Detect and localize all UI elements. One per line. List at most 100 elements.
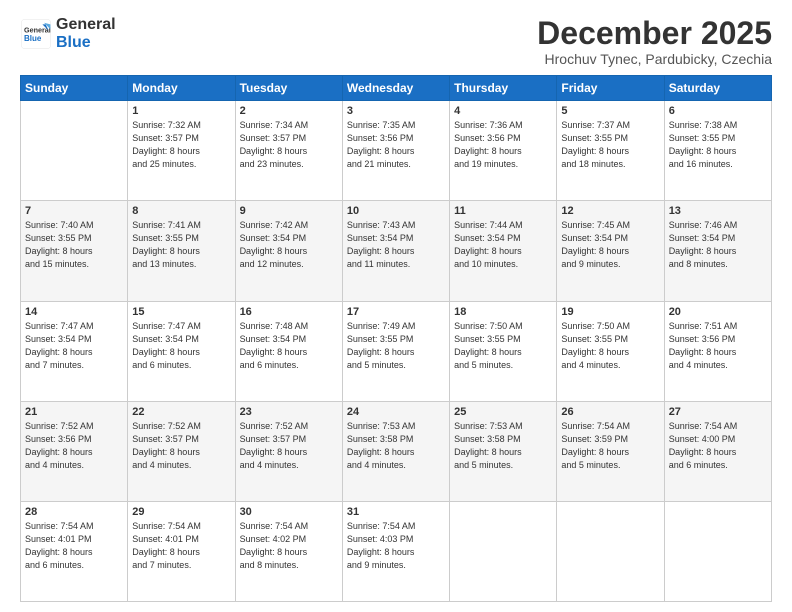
calendar-cell: 9 Sunrise: 7:42 AM Sunset: 3:54 PM Daylig…: [235, 201, 342, 301]
day-info: Sunrise: 7:49 AM Sunset: 3:55 PM Dayligh…: [347, 320, 445, 372]
calendar-cell: 31 Sunrise: 7:54 AM Sunset: 4:03 PM Dayli…: [342, 501, 449, 601]
day-info: Sunrise: 7:40 AM Sunset: 3:55 PM Dayligh…: [25, 219, 123, 271]
day-info: Sunrise: 7:50 AM Sunset: 3:55 PM Dayligh…: [561, 320, 659, 372]
calendar-cell: 12Sunrise: 7:45 AM Sunset: 3:54 PM Dayli…: [557, 201, 664, 301]
weekday-header-monday: Monday: [128, 76, 235, 101]
day-number: 21: [25, 406, 123, 418]
logo: General Blue General Blue: [20, 16, 116, 51]
calendar-cell: 27 Sunrise: 7:54 AM Sunset: 4:00 PM Dayli…: [664, 401, 771, 501]
weekday-header-friday: Friday: [557, 76, 664, 101]
header: General Blue General Blue December 2025 …: [20, 16, 772, 67]
day-number: 3: [347, 105, 445, 117]
weekday-header-tuesday: Tuesday: [235, 76, 342, 101]
day-number: 17: [347, 306, 445, 318]
day-info: Sunrise: 7:53 AM Sunset: 3:58 PM Dayligh…: [347, 420, 445, 472]
calendar-cell: 15 Sunrise: 7:47 AM Sunset: 3:54 PM Dayli…: [128, 301, 235, 401]
calendar-cell: [664, 501, 771, 601]
calendar-week-4: 21 Sunrise: 7:52 AM Sunset: 3:56 PM Dayli…: [21, 401, 772, 501]
day-info: Sunrise: 7:38 AM Sunset: 3:55 PM Dayligh…: [669, 119, 767, 171]
day-info: Sunrise: 7:37 AM Sunset: 3:55 PM Dayligh…: [561, 119, 659, 171]
day-info: Sunrise: 7:46 AM Sunset: 3:54 PM Dayligh…: [669, 219, 767, 271]
svg-text:Blue: Blue: [24, 34, 42, 43]
day-number: 5: [561, 105, 659, 117]
day-number: 13: [669, 205, 767, 217]
day-info: Sunrise: 7:52 AM Sunset: 3:57 PM Dayligh…: [240, 420, 338, 472]
calendar-cell: 4 Sunrise: 7:36 AM Sunset: 3:56 PM Daylig…: [450, 101, 557, 201]
title-block: December 2025 Hrochuv Tynec, Pardubicky,…: [537, 16, 772, 67]
calendar-cell: 24 Sunrise: 7:53 AM Sunset: 3:58 PM Dayli…: [342, 401, 449, 501]
weekday-header-saturday: Saturday: [664, 76, 771, 101]
day-info: Sunrise: 7:51 AM Sunset: 3:56 PM Dayligh…: [669, 320, 767, 372]
day-info: Sunrise: 7:54 AM Sunset: 4:01 PM Dayligh…: [132, 520, 230, 572]
day-number: 22: [132, 406, 230, 418]
calendar-cell: 23 Sunrise: 7:52 AM Sunset: 3:57 PM Dayli…: [235, 401, 342, 501]
day-info: Sunrise: 7:54 AM Sunset: 4:02 PM Dayligh…: [240, 520, 338, 572]
day-number: 1: [132, 105, 230, 117]
day-number: 24: [347, 406, 445, 418]
location-subtitle: Hrochuv Tynec, Pardubicky, Czechia: [537, 51, 772, 67]
calendar-cell: [557, 501, 664, 601]
day-info: Sunrise: 7:53 AM Sunset: 3:58 PM Dayligh…: [454, 420, 552, 472]
calendar-table: SundayMondayTuesdayWednesdayThursdayFrid…: [20, 75, 772, 602]
day-info: Sunrise: 7:48 AM Sunset: 3:54 PM Dayligh…: [240, 320, 338, 372]
day-number: 28: [25, 506, 123, 518]
calendar-cell: 10Sunrise: 7:43 AM Sunset: 3:54 PM Dayli…: [342, 201, 449, 301]
day-number: 6: [669, 105, 767, 117]
calendar-cell: 1 Sunrise: 7:32 AM Sunset: 3:57 PM Daylig…: [128, 101, 235, 201]
day-info: Sunrise: 7:54 AM Sunset: 3:59 PM Dayligh…: [561, 420, 659, 472]
calendar-cell: 26 Sunrise: 7:54 AM Sunset: 3:59 PM Dayli…: [557, 401, 664, 501]
day-info: Sunrise: 7:32 AM Sunset: 3:57 PM Dayligh…: [132, 119, 230, 171]
day-number: 26: [561, 406, 659, 418]
day-info: Sunrise: 7:52 AM Sunset: 3:56 PM Dayligh…: [25, 420, 123, 472]
calendar-cell: 8 Sunrise: 7:41 AM Sunset: 3:55 PM Daylig…: [128, 201, 235, 301]
calendar-cell: [21, 101, 128, 201]
day-number: 30: [240, 506, 338, 518]
calendar-cell: 20 Sunrise: 7:51 AM Sunset: 3:56 PM Dayli…: [664, 301, 771, 401]
calendar-cell: 6 Sunrise: 7:38 AM Sunset: 3:55 PM Daylig…: [664, 101, 771, 201]
page: General Blue General Blue December 2025 …: [0, 0, 792, 612]
day-number: 8: [132, 205, 230, 217]
weekday-header-wednesday: Wednesday: [342, 76, 449, 101]
calendar-week-1: 1 Sunrise: 7:32 AM Sunset: 3:57 PM Daylig…: [21, 101, 772, 201]
day-info: Sunrise: 7:47 AM Sunset: 3:54 PM Dayligh…: [25, 320, 123, 372]
day-info: Sunrise: 7:44 AM Sunset: 3:54 PM Dayligh…: [454, 219, 552, 271]
day-number: 25: [454, 406, 552, 418]
calendar-week-3: 14 Sunrise: 7:47 AM Sunset: 3:54 PM Dayli…: [21, 301, 772, 401]
calendar-cell: 5 Sunrise: 7:37 AM Sunset: 3:55 PM Daylig…: [557, 101, 664, 201]
day-info: Sunrise: 7:36 AM Sunset: 3:56 PM Dayligh…: [454, 119, 552, 171]
calendar-cell: 13 Sunrise: 7:46 AM Sunset: 3:54 PM Dayli…: [664, 201, 771, 301]
calendar-cell: 7 Sunrise: 7:40 AM Sunset: 3:55 PM Daylig…: [21, 201, 128, 301]
calendar-cell: [450, 501, 557, 601]
day-number: 31: [347, 506, 445, 518]
day-number: 27: [669, 406, 767, 418]
day-number: 7: [25, 205, 123, 217]
calendar-week-2: 7 Sunrise: 7:40 AM Sunset: 3:55 PM Daylig…: [21, 201, 772, 301]
day-info: Sunrise: 7:50 AM Sunset: 3:55 PM Dayligh…: [454, 320, 552, 372]
day-number: 4: [454, 105, 552, 117]
day-number: 9: [240, 205, 338, 217]
day-number: 20: [669, 306, 767, 318]
calendar-cell: 2Sunrise: 7:34 AM Sunset: 3:57 PM Daylig…: [235, 101, 342, 201]
calendar-cell: 21 Sunrise: 7:52 AM Sunset: 3:56 PM Dayli…: [21, 401, 128, 501]
day-info: Sunrise: 7:47 AM Sunset: 3:54 PM Dayligh…: [132, 320, 230, 372]
day-number: 19: [561, 306, 659, 318]
calendar-cell: 29 Sunrise: 7:54 AM Sunset: 4:01 PM Dayli…: [128, 501, 235, 601]
calendar-cell: 19 Sunrise: 7:50 AM Sunset: 3:55 PM Dayli…: [557, 301, 664, 401]
day-number: 14: [25, 306, 123, 318]
calendar-cell: 25 Sunrise: 7:53 AM Sunset: 3:58 PM Dayli…: [450, 401, 557, 501]
calendar-cell: 3Sunrise: 7:35 AM Sunset: 3:56 PM Daylig…: [342, 101, 449, 201]
day-info: Sunrise: 7:52 AM Sunset: 3:57 PM Dayligh…: [132, 420, 230, 472]
day-number: 15: [132, 306, 230, 318]
calendar-week-5: 28 Sunrise: 7:54 AM Sunset: 4:01 PM Dayli…: [21, 501, 772, 601]
day-info: Sunrise: 7:54 AM Sunset: 4:01 PM Dayligh…: [25, 520, 123, 572]
day-number: 23: [240, 406, 338, 418]
day-info: Sunrise: 7:54 AM Sunset: 4:03 PM Dayligh…: [347, 520, 445, 572]
day-number: 16: [240, 306, 338, 318]
day-info: Sunrise: 7:41 AM Sunset: 3:55 PM Dayligh…: [132, 219, 230, 271]
day-info: Sunrise: 7:42 AM Sunset: 3:54 PM Dayligh…: [240, 219, 338, 271]
calendar-header-row: SundayMondayTuesdayWednesdayThursdayFrid…: [21, 76, 772, 101]
calendar-cell: 17 Sunrise: 7:49 AM Sunset: 3:55 PM Dayli…: [342, 301, 449, 401]
day-info: Sunrise: 7:54 AM Sunset: 4:00 PM Dayligh…: [669, 420, 767, 472]
day-number: 18: [454, 306, 552, 318]
day-number: 29: [132, 506, 230, 518]
